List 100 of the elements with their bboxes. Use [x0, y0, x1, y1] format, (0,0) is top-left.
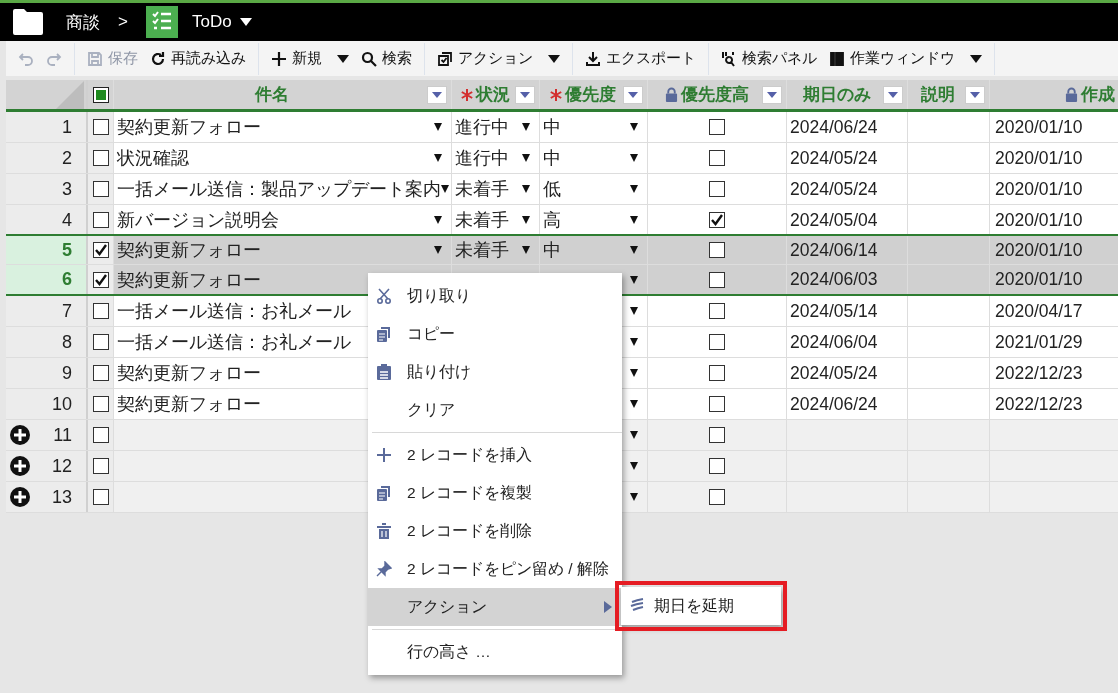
- dropdown-caret-icon[interactable]: [522, 216, 530, 224]
- cell-checkbox[interactable]: [709, 303, 725, 319]
- dropdown-caret-icon[interactable]: [522, 246, 530, 254]
- row-checkbox[interactable]: [92, 365, 109, 381]
- cell-checkbox[interactable]: [709, 427, 725, 443]
- dropdown-caret-icon[interactable]: [630, 369, 638, 377]
- table-cell[interactable]: 中: [540, 143, 648, 173]
- row-header[interactable]: 7: [6, 296, 88, 326]
- row-header[interactable]: 1: [6, 112, 88, 142]
- toolbar-button[interactable]: 再読み込み: [144, 45, 252, 72]
- row-checkbox[interactable]: [92, 119, 109, 135]
- filter-dropdown-button[interactable]: [762, 85, 782, 104]
- table-cell[interactable]: 新バージョン説明会: [114, 205, 452, 235]
- table-cell[interactable]: 契約更新フォロー: [114, 112, 452, 142]
- dropdown-caret-icon[interactable]: [434, 246, 442, 254]
- table-cell[interactable]: 高: [540, 205, 648, 235]
- dropdown-caret-icon[interactable]: [630, 154, 638, 162]
- row-checkbox[interactable]: [92, 242, 109, 258]
- cell-checkbox[interactable]: [709, 365, 725, 381]
- dropdown-caret-icon[interactable]: [630, 185, 638, 193]
- row-checkbox[interactable]: [92, 150, 109, 166]
- select-all-checkbox[interactable]: [92, 86, 109, 103]
- row-checkbox[interactable]: [92, 303, 109, 319]
- toolbar-button[interactable]: アクション: [431, 45, 566, 72]
- menu-item[interactable]: 2 レコードを削除: [368, 512, 622, 550]
- cell-checkbox[interactable]: [709, 242, 725, 258]
- view-title[interactable]: ToDo: [191, 12, 232, 32]
- dropdown-caret-icon[interactable]: [630, 493, 638, 501]
- row-checkbox[interactable]: [92, 427, 109, 443]
- cell-checkbox[interactable]: [709, 271, 725, 288]
- add-row-icon[interactable]: [10, 487, 30, 507]
- table-cell[interactable]: 低: [540, 174, 648, 204]
- add-row-icon[interactable]: [10, 425, 30, 445]
- table-cell[interactable]: 進行中: [452, 112, 540, 142]
- filter-dropdown-button[interactable]: [515, 85, 535, 104]
- dropdown-caret-icon[interactable]: [630, 462, 638, 470]
- filter-dropdown-button[interactable]: [623, 85, 643, 104]
- table-cell[interactable]: 未着手: [452, 236, 540, 264]
- row-header[interactable]: 13: [6, 482, 88, 512]
- dropdown-caret-icon[interactable]: [630, 307, 638, 315]
- dropdown-caret-icon[interactable]: [434, 154, 442, 162]
- table-cell[interactable]: 進行中: [452, 143, 540, 173]
- row-checkbox[interactable]: [92, 271, 109, 288]
- filter-dropdown-button[interactable]: [965, 85, 985, 104]
- row-checkbox[interactable]: [92, 396, 109, 412]
- menu-item[interactable]: 2 レコードを複製: [368, 474, 622, 512]
- toolbar-button[interactable]: 新規: [265, 45, 355, 72]
- cell-checkbox[interactable]: [709, 181, 725, 197]
- table-cell[interactable]: 状況確認: [114, 143, 452, 173]
- toolbar-button[interactable]: 検索パネル: [715, 45, 823, 72]
- cell-checkbox[interactable]: [709, 150, 725, 166]
- row-checkbox[interactable]: [92, 181, 109, 197]
- filter-dropdown-button[interactable]: [427, 85, 447, 104]
- row-header[interactable]: 10: [6, 389, 88, 419]
- table-cell[interactable]: 中: [540, 112, 648, 142]
- dropdown-caret-icon[interactable]: [630, 246, 638, 254]
- dropdown-caret-icon[interactable]: [522, 123, 530, 131]
- row-header[interactable]: 12: [6, 451, 88, 481]
- row-checkbox[interactable]: [92, 489, 109, 505]
- row-header[interactable]: 2: [6, 143, 88, 173]
- row-header[interactable]: 3: [6, 174, 88, 204]
- table-cell[interactable]: 一括メール送信：製品アップデート案内: [114, 174, 452, 204]
- cell-checkbox[interactable]: [709, 458, 725, 474]
- caret-icon[interactable]: [239, 18, 252, 26]
- row-header[interactable]: 4: [6, 205, 88, 235]
- dropdown-caret-icon[interactable]: [630, 123, 638, 131]
- table-cell[interactable]: 契約更新フォロー: [114, 236, 452, 264]
- row-header[interactable]: 9: [6, 358, 88, 388]
- cell-checkbox[interactable]: [709, 212, 725, 228]
- toolbar-button[interactable]: エクスポート: [579, 45, 702, 72]
- filter-dropdown-button[interactable]: [883, 85, 903, 104]
- menu-item[interactable]: 行の高さ …: [368, 633, 622, 671]
- cell-checkbox[interactable]: [709, 396, 725, 412]
- cell-checkbox[interactable]: [709, 119, 725, 135]
- row-checkbox[interactable]: [92, 334, 109, 350]
- dropdown-caret-icon[interactable]: [441, 185, 449, 193]
- row-header[interactable]: 5: [6, 236, 88, 264]
- menu-item[interactable]: 期日を延期: [615, 581, 787, 631]
- table-cell[interactable]: 中: [540, 236, 648, 264]
- add-row-icon[interactable]: [10, 456, 30, 476]
- dropdown-caret-icon[interactable]: [630, 338, 638, 346]
- toolbar-button[interactable]: 検索: [355, 45, 418, 72]
- cell-checkbox[interactable]: [709, 489, 725, 505]
- toolbar-button[interactable]: 作業ウィンドウ: [823, 45, 988, 72]
- dropdown-caret-icon[interactable]: [630, 275, 638, 284]
- menu-item[interactable]: 2 レコードを挿入: [368, 436, 622, 474]
- dropdown-caret-icon[interactable]: [434, 216, 442, 224]
- row-header[interactable]: 11: [6, 420, 88, 450]
- dropdown-caret-icon[interactable]: [630, 400, 638, 408]
- dropdown-caret-icon[interactable]: [630, 431, 638, 439]
- dropdown-caret-icon[interactable]: [522, 185, 530, 193]
- folder-icon[interactable]: [12, 8, 44, 36]
- row-header[interactable]: 6: [6, 265, 88, 294]
- cell-checkbox[interactable]: [709, 334, 725, 350]
- row-checkbox[interactable]: [92, 458, 109, 474]
- table-cell[interactable]: 未着手: [452, 174, 540, 204]
- menu-item[interactable]: アクション: [368, 588, 622, 626]
- dropdown-caret-icon[interactable]: [630, 216, 638, 224]
- dropdown-caret-icon[interactable]: [434, 123, 442, 131]
- breadcrumb-link[interactable]: 商談: [66, 10, 100, 34]
